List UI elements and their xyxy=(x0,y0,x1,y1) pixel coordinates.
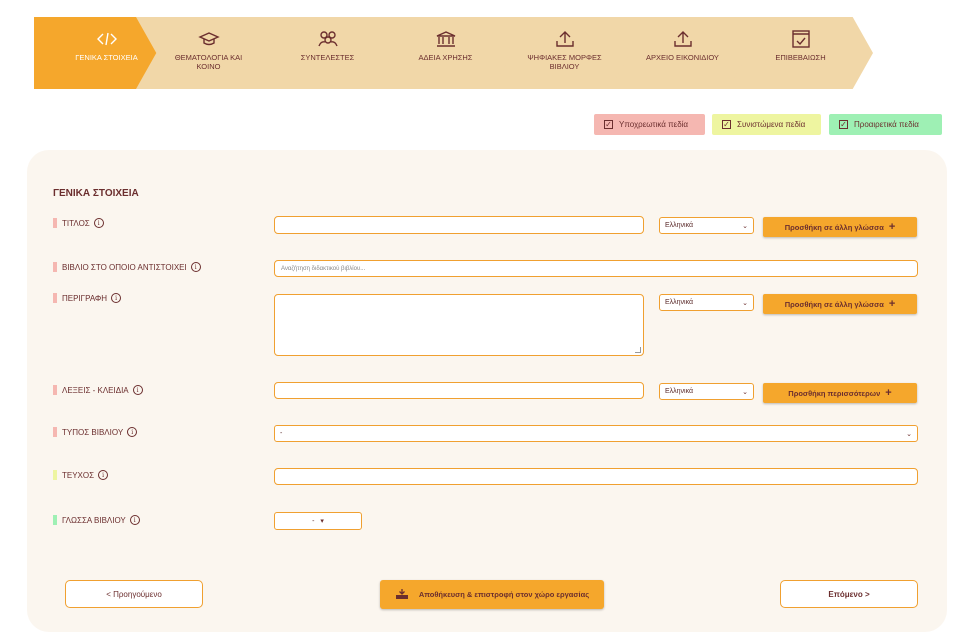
step-label: ΑΡΧΕΙΟ ΕΙΚΟΝΙΔΙΟΥ xyxy=(646,53,719,62)
button-label: Προσθήκη περισσότερων xyxy=(788,388,881,398)
field-label-book-language: ΓΛΩΣΣΑ ΒΙΒΛΙΟΥ i xyxy=(53,515,140,525)
legend-label: Συνιστώμενα πεδία xyxy=(737,120,806,129)
chevron-down-icon: ⌄ xyxy=(906,430,912,438)
step-label: ΕΠΙΒΕΒΑΙΩΣΗ xyxy=(775,53,826,62)
caret-down-icon: ▾ xyxy=(320,518,324,525)
step-label: ΓΕΝΙΚΑ ΣΤΟΙΧΕΙΑ xyxy=(75,53,138,62)
checkbox-icon: ✓ xyxy=(722,119,731,129)
chevron-down-icon: ⌄ xyxy=(742,299,748,307)
required-marker xyxy=(53,427,57,437)
button-label: < Προηγούμενο xyxy=(106,589,162,599)
field-label-book: ΒΙΒΛΙΟ ΣΤΟ ΟΠΟΙΟ ΑΝΤΙΣΤΟΙΧΕΙ i xyxy=(53,262,201,272)
optional-marker xyxy=(53,515,57,525)
plus-icon: + xyxy=(888,298,896,310)
label-text: ΠΕΡΙΓΡΑΦΗ xyxy=(62,293,108,303)
description-textarea[interactable] xyxy=(274,294,644,356)
info-icon[interactable]: i xyxy=(127,427,138,437)
label-text: ΤΥΠΟΣ ΒΙΒΛΙΟΥ xyxy=(62,427,124,437)
users-icon xyxy=(316,29,340,49)
field-label-title: ΤΙΤΛΟΣ i xyxy=(53,218,104,228)
label-text: ΤΙΤΛΟΣ xyxy=(62,218,90,228)
chevron-down-icon: ⌄ xyxy=(742,388,748,396)
info-icon[interactable]: i xyxy=(132,385,143,395)
field-label-description: ΠΕΡΙΓΡΑΦΗ i xyxy=(53,293,122,303)
required-marker xyxy=(53,218,57,228)
chevron-down-icon: ⌄ xyxy=(742,222,748,230)
next-button[interactable]: Επόμενο > xyxy=(780,580,918,608)
legend-optional: ✓ Προαιρετικά πεδία xyxy=(829,114,942,135)
select-value: Ελληνικά xyxy=(665,299,694,306)
legend-required: ✓ Υποχρεωτικά πεδία xyxy=(594,114,705,135)
wizard-stepper: ΓΕΝΙΚΑ ΣΤΟΙΧΕΙΑ ΘΕΜΑΤΟΛΟΓΙΑ ΚΑΙ ΚΟΙΝΟ ΣΥ… xyxy=(34,17,914,89)
description-language-select[interactable]: Ελληνικά ⌄ xyxy=(659,294,754,311)
button-label: Επόμενο > xyxy=(828,589,870,599)
label-text: ΓΛΩΣΣΑ ΒΙΒΛΙΟΥ xyxy=(62,515,126,525)
previous-button[interactable]: < Προηγούμενο xyxy=(65,580,203,608)
select-value: Ελληνικά xyxy=(665,222,694,229)
save-tray-icon xyxy=(395,588,409,602)
field-label-book-type: ΤΥΠΟΣ ΒΙΒΛΙΟΥ i xyxy=(53,427,138,437)
button-label: Προσθήκη σε άλλη γλώσσα xyxy=(784,299,884,309)
step-contributors[interactable]: ΣΥΝΤΕΛΕΣΤΕΣ xyxy=(255,17,400,89)
step-digital-formats[interactable]: ΨΗΦΙΑΚΕΣ ΜΟΡΦΕΣ ΒΙΒΛΙΟΥ xyxy=(492,17,637,89)
title-input[interactable] xyxy=(274,216,644,234)
field-label-issue: ΤΕΥΧΟΣ i xyxy=(53,470,109,480)
upload-icon xyxy=(553,29,577,49)
step-cover-file[interactable]: ΑΡΧΕΙΟ ΕΙΚΟΝΙΔΙΟΥ xyxy=(610,17,755,89)
legend-label: Προαιρετικά πεδία xyxy=(854,120,919,129)
info-icon[interactable]: i xyxy=(93,218,104,228)
institution-icon xyxy=(434,29,458,49)
step-thematology[interactable]: ΘΕΜΑΤΟΛΟΓΙΑ ΚΑΙ ΚΟΙΝΟ xyxy=(136,17,281,89)
checkbox-icon: ✓ xyxy=(604,119,613,129)
info-icon[interactable]: i xyxy=(129,515,140,525)
keywords-input[interactable] xyxy=(274,382,644,399)
add-language-description-button[interactable]: Προσθήκη σε άλλη γλώσσα + xyxy=(763,294,917,314)
info-icon[interactable]: i xyxy=(190,262,201,272)
code-icon xyxy=(95,29,119,49)
add-more-keywords-button[interactable]: Προσθήκη περισσότερων + xyxy=(763,383,917,403)
issue-input[interactable] xyxy=(274,468,918,485)
step-label: ΑΔΕΙΑ ΧΡΗΣΗΣ xyxy=(418,53,473,62)
required-marker xyxy=(53,262,57,272)
step-label: ΘΕΜΑΤΟΛΟΓΙΑ ΚΑΙ ΚΟΙΝΟ xyxy=(174,53,243,72)
step-license[interactable]: ΑΔΕΙΑ ΧΡΗΣΗΣ xyxy=(373,17,518,89)
select-value: - xyxy=(312,517,315,525)
legend-recommended: ✓ Συνιστώμενα πεδία xyxy=(712,114,821,135)
button-label: Αποθήκευση & επιστροφή στον χώρο εργασία… xyxy=(418,590,590,599)
book-language-select[interactable]: - ▾ xyxy=(274,512,362,530)
input-placeholder: Αναζήτηση διδακτικού βιβλίου... xyxy=(281,265,366,272)
checkbox-icon: ✓ xyxy=(839,119,848,129)
button-label: Προσθήκη σε άλλη γλώσσα xyxy=(784,222,884,232)
required-marker xyxy=(53,385,57,395)
add-language-title-button[interactable]: Προσθήκη σε άλλη γλώσσα + xyxy=(763,217,917,237)
label-text: ΒΙΒΛΙΟ ΣΤΟ ΟΠΟΙΟ ΑΝΤΙΣΤΟΙΧΕΙ xyxy=(62,262,187,272)
info-icon[interactable]: i xyxy=(111,293,122,303)
plus-icon: + xyxy=(885,387,892,399)
legend-label: Υποχρεωτικά πεδία xyxy=(619,120,689,129)
label-text: ΤΕΥΧΟΣ xyxy=(62,470,95,480)
select-value: Ελληνικά xyxy=(665,388,694,395)
select-value: - xyxy=(280,430,283,437)
graduation-cap-icon xyxy=(197,29,221,49)
recommended-marker xyxy=(53,470,57,480)
plus-icon: + xyxy=(888,221,896,233)
step-confirmation[interactable]: ΕΠΙΒΕΒΑΙΩΣΗ xyxy=(728,17,873,89)
upload-icon xyxy=(671,29,695,49)
required-marker xyxy=(53,293,57,303)
label-text: ΛΕΞΕΙΣ - ΚΛΕΙΔΙΑ xyxy=(62,385,129,395)
step-label: ΨΗΦΙΑΚΕΣ ΜΟΡΦΕΣ ΒΙΒΛΙΟΥ xyxy=(527,53,602,72)
book-type-select[interactable]: - ⌄ xyxy=(274,425,918,442)
field-label-keywords: ΛΕΞΕΙΣ - ΚΛΕΙΔΙΑ i xyxy=(53,385,143,395)
checkbox-icon xyxy=(789,29,813,49)
step-label: ΣΥΝΤΕΛΕΣΤΕΣ xyxy=(300,53,355,62)
keywords-language-select[interactable]: Ελληνικά ⌄ xyxy=(659,383,754,400)
section-title: ΓΕΝΙΚΑ ΣΤΟΙΧΕΙΑ xyxy=(53,188,139,199)
info-icon[interactable]: i xyxy=(98,470,109,480)
book-search-input[interactable]: Αναζήτηση διδακτικού βιβλίου... xyxy=(274,260,918,277)
resize-handle[interactable] xyxy=(635,347,641,353)
save-and-return-button[interactable]: Αποθήκευση & επιστροφή στον χώρο εργασία… xyxy=(380,580,604,609)
title-language-select[interactable]: Ελληνικά ⌄ xyxy=(659,217,754,234)
